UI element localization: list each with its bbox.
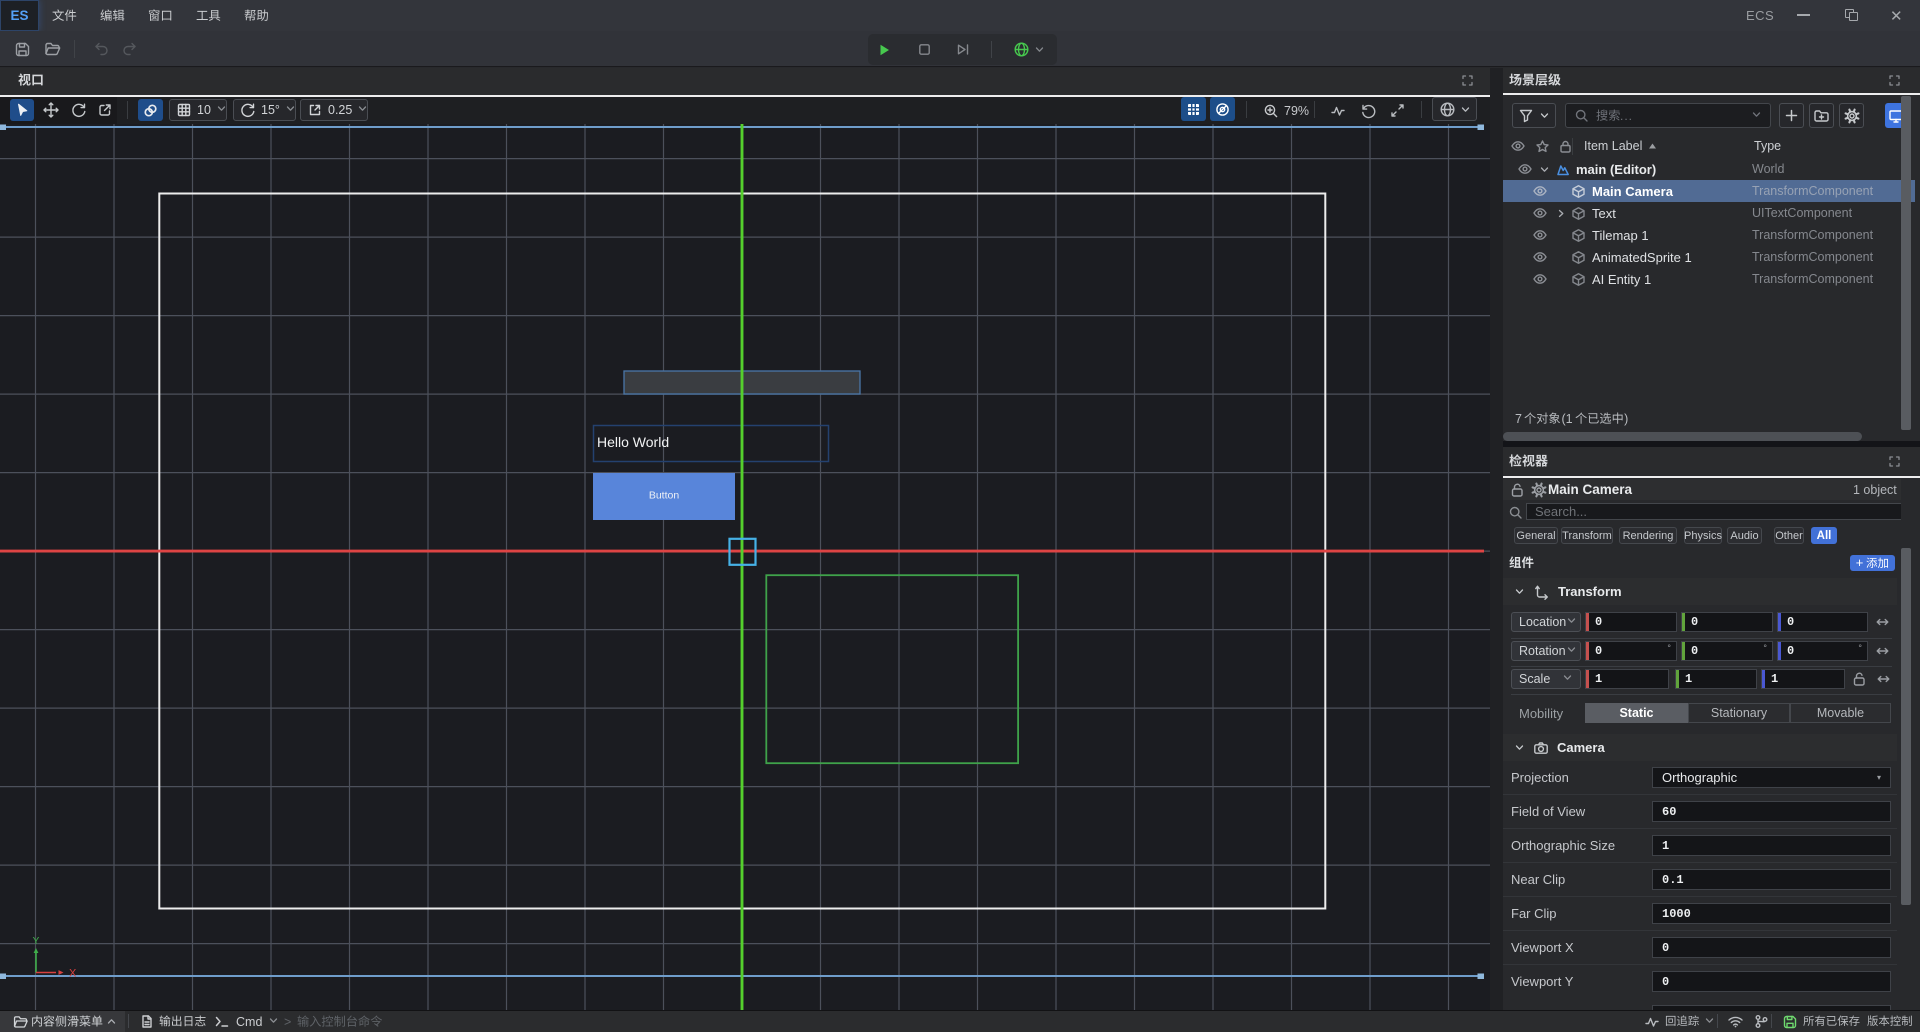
svg-text:Hello World: Hello World <box>597 434 669 450</box>
svg-text:Y: Y <box>33 936 40 947</box>
svg-text:X: X <box>69 968 77 980</box>
svg-text:Button: Button <box>649 490 680 502</box>
